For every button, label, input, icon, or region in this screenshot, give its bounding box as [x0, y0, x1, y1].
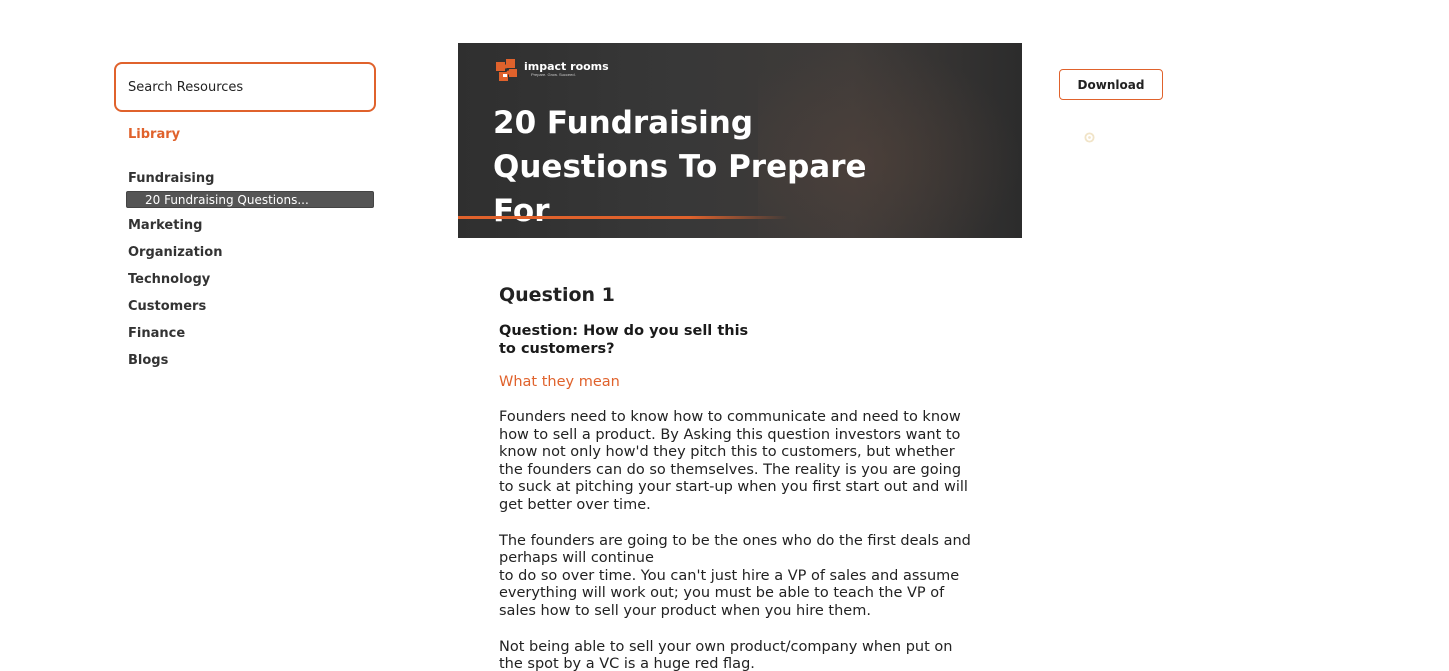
nav-subitem-20-fundraising-questions[interactable]: 20 Fundraising Questions...: [126, 191, 374, 208]
article-paragraph: The founders are going to be the ones wh…: [499, 532, 971, 619]
nav-item-fundraising[interactable]: Fundraising: [114, 169, 376, 189]
nav-item-marketing[interactable]: Marketing: [114, 212, 376, 239]
loading-spinner-icon: [1084, 132, 1095, 143]
nav-item-technology[interactable]: Technology: [114, 266, 376, 293]
nav-item-customers[interactable]: Customers: [114, 293, 376, 320]
library-heading[interactable]: Library: [128, 127, 376, 142]
meaning-label: What they mean: [499, 374, 620, 390]
brand-logo: impact rooms Prepare. Grow. Succeed.: [495, 56, 609, 82]
nav-item-blogs[interactable]: Blogs: [114, 347, 376, 374]
puzzle-logo-icon: [496, 59, 517, 81]
page: Library Fundraising 20 Fundraising Quest…: [0, 0, 1449, 671]
sidebar: Library Fundraising 20 Fundraising Quest…: [114, 62, 376, 374]
article-content: Question 1 Question: How do you sell thi…: [499, 282, 979, 671]
library-nav: Fundraising 20 Fundraising Questions... …: [114, 169, 376, 374]
hero-accent-bar: [458, 216, 788, 219]
nav-item-organization[interactable]: Organization: [114, 239, 376, 266]
article-paragraph: Founders need to know how to communicate…: [499, 409, 968, 513]
download-button[interactable]: Download: [1059, 69, 1163, 100]
brand-name: impact rooms: [524, 60, 609, 73]
hero-banner: impact rooms Prepare. Grow. Succeed. 20 …: [458, 43, 1022, 238]
question-heading: Question 1: [499, 284, 615, 306]
hero-title: 20 Fundraising Questions To Prepare For: [493, 105, 867, 229]
search-input[interactable]: [114, 62, 376, 112]
question-text: Question: How do you sell this to custom…: [499, 323, 749, 357]
article-paragraph: Not being able to sell your own product/…: [499, 638, 953, 671]
nav-item-finance[interactable]: Finance: [114, 320, 376, 347]
